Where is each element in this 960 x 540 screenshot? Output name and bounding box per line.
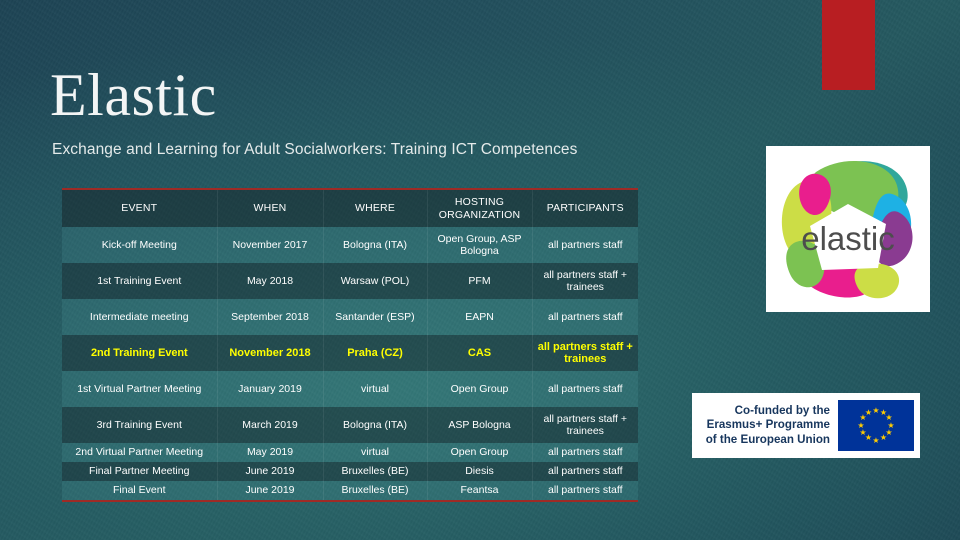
project-schedule-table: EVENT WHEN WHERE HOSTING ORGANIZATION PA… [62, 188, 638, 502]
cell-participants: all partners staff [532, 481, 638, 501]
cell-participants: all partners staff [532, 299, 638, 335]
cell-host: EAPN [427, 299, 533, 335]
eu-star-icon: ★ [872, 405, 880, 415]
cell-when: June 2019 [217, 481, 324, 501]
cell-event: Intermediate meeting [62, 299, 218, 335]
erasmus-line-2: Erasmus+ Programme [706, 418, 830, 432]
cell-when: January 2019 [217, 371, 324, 407]
svg-text:elastic: elastic [801, 220, 895, 257]
cell-host: Open Group [427, 443, 533, 462]
table-row: Intermediate meeting September 2018 Santan… [62, 299, 638, 335]
cell-event: 1st Virtual Partner Meeting [62, 371, 218, 407]
cell-where: Bruxelles (BE) [323, 462, 428, 481]
cell-host: Open Group [427, 371, 533, 407]
cell-where: virtual [323, 371, 428, 407]
table-row: Final Event June 2019 Bruxelles (BE) Feants… [62, 481, 638, 501]
table-row: 2nd Virtual Partner Meeting May 2019 virtu… [62, 443, 638, 462]
cell-event: 3rd Training Event [62, 407, 218, 443]
table-row: 1st Virtual Partner Meeting January 2019 v… [62, 371, 638, 407]
cell-event: 2nd Training Event [62, 335, 218, 371]
cell-when: March 2019 [217, 407, 324, 443]
table-row: Final Partner Meeting June 2019 Bruxelles … [62, 462, 638, 481]
cell-event: Kick-off Meeting [62, 227, 218, 263]
eu-flag-icon: ★ ★ ★ ★ ★ ★ ★ ★ ★ ★ ★ ★ [838, 400, 914, 451]
cell-host: CAS [427, 335, 533, 371]
erasmus-line-1: Co-funded by the [734, 403, 830, 417]
cell-where: Praha (CZ) [323, 335, 428, 371]
cell-participants: all partners staff + trainees [532, 335, 638, 371]
cell-host: Open Group, ASP Bologna [427, 227, 533, 263]
red-accent-bar [822, 0, 875, 90]
eu-star-icon: ★ [864, 407, 873, 417]
erasmus-line-3: of the European Union [705, 432, 830, 446]
eu-star-icon: ★ [859, 428, 867, 437]
column-header-when: WHEN [217, 189, 324, 227]
cell-where: Santander (ESP) [323, 299, 428, 335]
erasmus-plus-logo: Co-funded by the Erasmus+ Programme of t… [692, 393, 920, 458]
column-header-where: WHERE [323, 189, 428, 227]
table-row: 2nd Training Event November 2018 Praha (CZ… [62, 335, 638, 371]
cell-participants: all partners staff [532, 443, 638, 462]
cell-where: Bologna (ITA) [323, 227, 428, 263]
cell-event: 1st Training Event [62, 263, 218, 299]
table-header-row: EVENT WHEN WHERE HOSTING ORGANIZATION PA… [62, 189, 638, 227]
table-row: Kick-off Meeting November 2017 Bologna (IT… [62, 227, 638, 263]
cell-participants: all partners staff [532, 462, 638, 481]
cell-event: Final Partner Meeting [62, 462, 218, 481]
table-body: Kick-off Meeting November 2017 Bologna (IT… [62, 227, 638, 501]
cell-host: ASP Bologna [427, 407, 533, 443]
cell-host: Diesis [427, 462, 533, 481]
cell-where: Warsaw (POL) [323, 263, 428, 299]
cell-where: Bruxelles (BE) [323, 481, 428, 501]
column-header-event: EVENT [62, 189, 218, 227]
cell-participants: all partners staff + trainees [532, 407, 638, 443]
elastic-logo: elastic [766, 146, 930, 312]
cell-when: June 2019 [217, 462, 324, 481]
cell-event: Final Event [62, 481, 218, 501]
cell-when: May 2019 [217, 443, 324, 462]
column-header-participants: PARTICIPANTS [532, 189, 638, 227]
column-header-hosting-organization: HOSTING ORGANIZATION [427, 189, 533, 227]
cell-participants: all partners staff [532, 371, 638, 407]
erasmus-logo-text: Co-funded by the Erasmus+ Programme of t… [698, 404, 838, 448]
slide-canvas: Elastic Exchange and Learning for Adult … [0, 0, 960, 540]
cell-where: Bologna (ITA) [323, 407, 428, 443]
table-row: 1st Training Event May 2018 Warsaw (POL) PF… [62, 263, 638, 299]
cell-participants: all partners staff + trainees [532, 263, 638, 299]
cell-host: Feantsa [427, 481, 533, 501]
cell-participants: all partners staff [532, 227, 638, 263]
cell-when: May 2018 [217, 263, 324, 299]
cell-when: September 2018 [217, 299, 324, 335]
elastic-logo-graphic: elastic [781, 160, 913, 299]
cell-when: November 2018 [217, 335, 324, 371]
cell-event: 2nd Virtual Partner Meeting [62, 443, 218, 462]
eu-star-icon: ★ [872, 435, 880, 445]
page-title: Elastic [50, 62, 217, 128]
cell-when: November 2017 [217, 227, 324, 263]
cell-host: PFM [427, 263, 533, 299]
cell-where: virtual [323, 443, 428, 462]
table-row: 3rd Training Event March 2019 Bologna (ITA… [62, 407, 638, 443]
eu-star-icon: ★ [879, 433, 888, 443]
page-subtitle: Exchange and Learning for Adult Socialwo… [52, 141, 578, 158]
eu-star-icon: ★ [857, 420, 865, 430]
